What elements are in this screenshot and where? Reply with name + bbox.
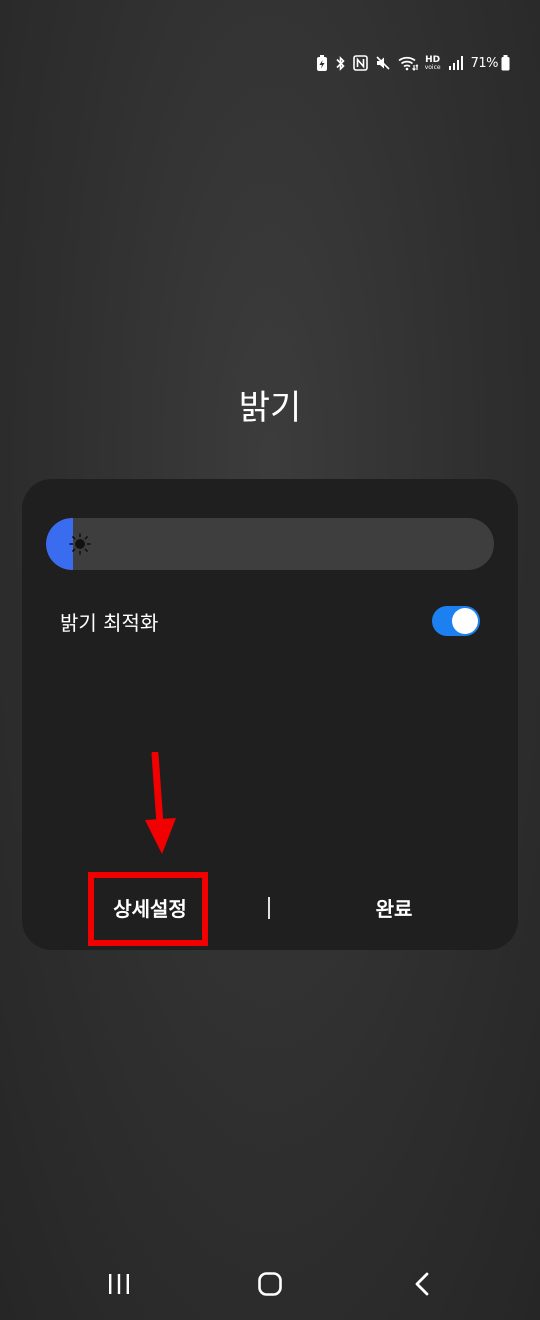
- brightness-sun-icon: [68, 532, 92, 556]
- status-bar: HD voice 71%: [316, 52, 510, 74]
- battery-saver-icon: [316, 54, 328, 72]
- hd-voice-icon: HD voice: [424, 55, 441, 71]
- mute-icon: [375, 55, 391, 71]
- home-icon[interactable]: [250, 1267, 290, 1301]
- adaptive-brightness-row[interactable]: 밝기 최적화: [60, 604, 480, 638]
- toggle-knob: [452, 608, 478, 634]
- navigation-bar: [0, 1255, 540, 1315]
- detail-settings-button[interactable]: 상세설정: [88, 891, 212, 927]
- battery-percent: 71%: [470, 55, 499, 71]
- panel-footer: 상세설정 완료: [22, 877, 518, 941]
- signal-icon: [448, 55, 464, 71]
- adaptive-brightness-label: 밝기 최적화: [60, 610, 159, 635]
- page-title: 밝기: [238, 388, 302, 428]
- bluetooth-icon: [335, 55, 346, 72]
- back-icon[interactable]: [402, 1267, 442, 1301]
- nfc-icon: [352, 55, 368, 71]
- battery-icon: [501, 55, 510, 71]
- brightness-slider[interactable]: [46, 518, 494, 570]
- wifi-icon: [398, 55, 418, 71]
- adaptive-brightness-toggle[interactable]: [432, 606, 480, 636]
- brightness-panel: 밝기 최적화 상세설정 완료: [22, 479, 518, 950]
- voice-label: voice: [424, 63, 441, 71]
- recents-icon[interactable]: [99, 1267, 139, 1301]
- footer-divider: [268, 897, 270, 919]
- done-button[interactable]: 완료: [344, 891, 444, 927]
